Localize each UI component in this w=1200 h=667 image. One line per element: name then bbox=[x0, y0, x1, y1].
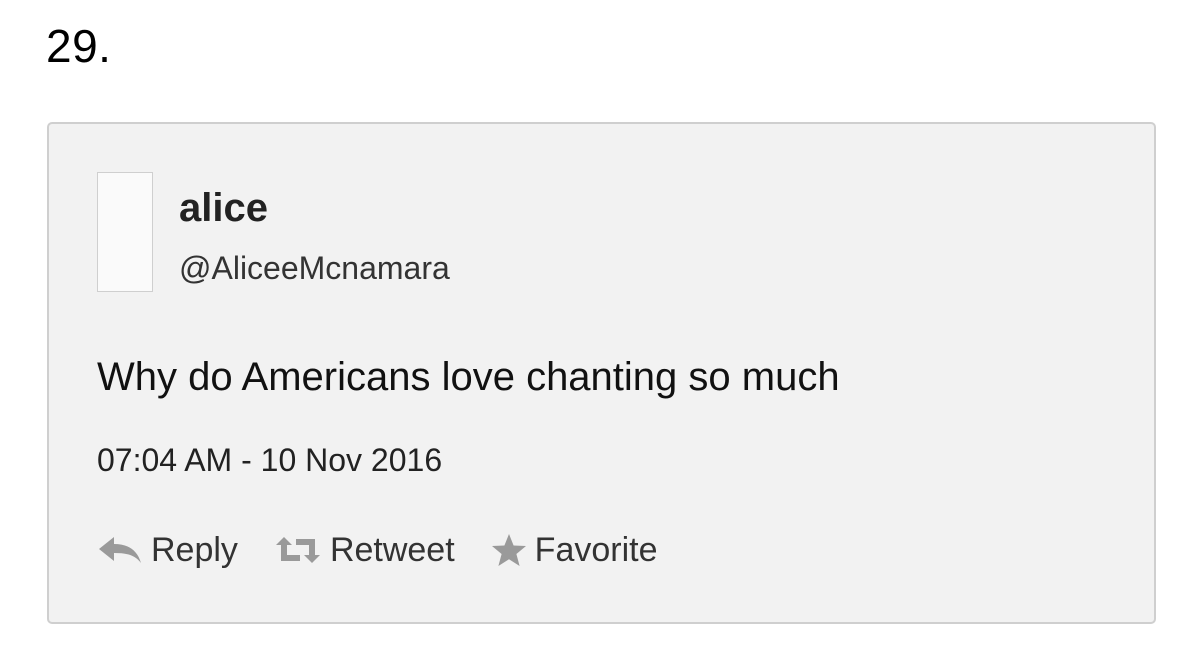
favorite-button[interactable]: Favorite bbox=[491, 528, 658, 572]
user-handle[interactable]: @AliceeMcnamara bbox=[179, 248, 450, 288]
display-name[interactable]: alice bbox=[179, 184, 268, 232]
item-number: 29. bbox=[46, 20, 112, 72]
retweet-label: Retweet bbox=[329, 531, 455, 569]
tweet-text: Why do Americans love chanting so much bbox=[97, 355, 840, 399]
star-icon bbox=[491, 533, 527, 567]
page: 29. alice @AliceeMcnamara Why do America… bbox=[0, 0, 1200, 667]
reply-label: Reply bbox=[151, 531, 238, 569]
tweet-actions: Reply Retweet Favorite bbox=[97, 526, 694, 574]
tweet-card: alice @AliceeMcnamara Why do Americans l… bbox=[47, 122, 1156, 624]
retweet-icon bbox=[274, 536, 322, 564]
avatar[interactable] bbox=[97, 172, 153, 292]
favorite-label: Favorite bbox=[534, 531, 658, 569]
tweet-timestamp[interactable]: 07:04 AM - 10 Nov 2016 bbox=[97, 440, 442, 480]
reply-icon bbox=[97, 535, 143, 565]
retweet-button[interactable]: Retweet bbox=[274, 528, 455, 572]
reply-button[interactable]: Reply bbox=[97, 528, 238, 572]
